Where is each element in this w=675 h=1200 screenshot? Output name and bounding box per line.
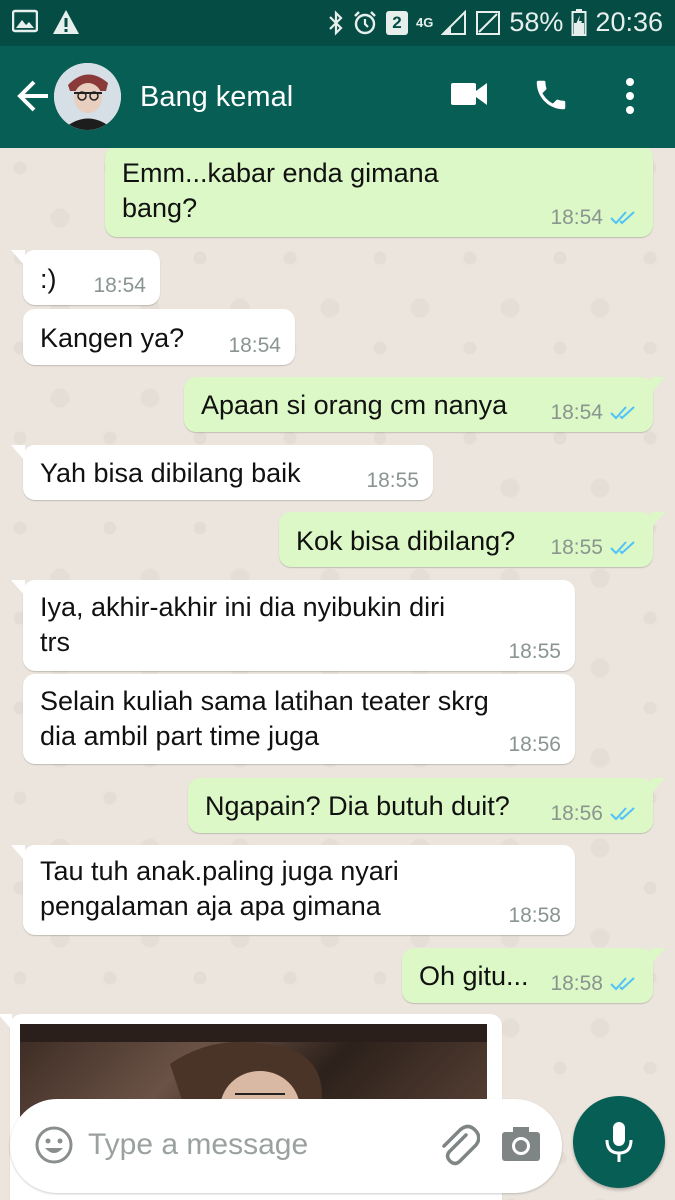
notification-count-badge: 2: [386, 10, 409, 35]
message-time: 18:55: [366, 469, 419, 492]
message-incoming[interactable]: Tau tuh anak.paling juga nyari pengalama…: [11, 845, 575, 935]
warning-icon: [53, 10, 79, 34]
message-outgoing[interactable]: Emm...kabar enda gimana bang? 18:54: [105, 148, 653, 237]
message-text-line: Selain kuliah sama latihan teater skrg: [40, 686, 489, 716]
signal-empty-icon: [476, 10, 501, 35]
message-text-line: trs: [40, 627, 70, 657]
battery-icon: [571, 8, 587, 36]
message-time: 18:56: [550, 802, 603, 825]
battery-percent: 58%: [509, 7, 564, 37]
more-vert-icon[interactable]: [624, 76, 636, 116]
mic-button[interactable]: [573, 1096, 665, 1188]
double-check-icon: [610, 541, 635, 555]
message-text: :): [40, 264, 57, 294]
attach-icon[interactable]: [436, 1121, 480, 1169]
message-outgoing[interactable]: Apaan si orang cm nanya 18:54: [184, 377, 665, 432]
status-bar: 2 4G 58% 20:36: [0, 0, 675, 46]
alarm-icon: [354, 10, 376, 34]
message-time: 18:54: [228, 334, 281, 357]
message-incoming[interactable]: Kangen ya? 18:54: [23, 309, 295, 365]
message-text-line: Tau tuh anak.paling juga nyari: [40, 856, 399, 886]
double-check-icon: [610, 406, 635, 420]
camera-icon[interactable]: [501, 1126, 541, 1162]
message-outgoing[interactable]: Ngapain? Dia butuh duit? 18:56: [188, 778, 665, 833]
message-time: 18:58: [508, 904, 561, 927]
message-outgoing[interactable]: Oh gitu... 18:58: [402, 948, 665, 1003]
message-text: Kangen ya?: [40, 323, 185, 353]
chat-area[interactable]: Emm...kabar enda gimana bang? 18:54 :) 1…: [0, 148, 675, 1200]
phone-icon[interactable]: [532, 76, 570, 114]
contact-avatar[interactable]: [54, 63, 121, 130]
image-icon: [12, 9, 38, 33]
chat-header: Bang kemal: [0, 46, 675, 148]
message-time: 18:54: [93, 274, 146, 297]
message-text: Yah bisa dibilang baik: [40, 458, 301, 488]
mic-icon: [605, 1122, 633, 1162]
message-text: Oh gitu...: [419, 961, 529, 991]
video-call-icon[interactable]: [450, 79, 488, 109]
message-text-line: dia ambil part time juga: [40, 721, 320, 751]
message-input-bar: [10, 1099, 562, 1193]
double-check-icon: [610, 211, 635, 225]
message-outgoing[interactable]: Kok bisa dibilang? 18:55: [279, 512, 665, 567]
message-incoming[interactable]: Selain kuliah sama latihan teater skrg d…: [23, 674, 575, 764]
message-time: 18:54: [550, 401, 603, 424]
message-time: 18:55: [550, 536, 603, 559]
message-text-line: Iya, akhir-akhir ini dia nyibukin diri: [40, 592, 446, 622]
bluetooth-icon: [329, 9, 343, 36]
message-input[interactable]: [88, 1128, 408, 1162]
network-type-label: 4G: [416, 15, 434, 30]
message-incoming[interactable]: :) 18:54: [11, 250, 160, 305]
message-text: Kok bisa dibilang?: [296, 526, 516, 556]
message-time: 18:54: [550, 206, 603, 229]
message-text-line: bang?: [122, 193, 198, 223]
message-text-line: pengalaman aja apa gimana: [40, 891, 381, 921]
message-time: 18:55: [508, 640, 561, 663]
message-incoming[interactable]: Iya, akhir-akhir ini dia nyibukin diri t…: [11, 580, 575, 671]
message-text: Ngapain? Dia butuh duit?: [205, 791, 510, 821]
message-incoming[interactable]: Yah bisa dibilang baik 18:55: [11, 445, 433, 500]
message-text-line: Emm...kabar enda gimana: [122, 158, 439, 188]
emoji-icon[interactable]: [34, 1125, 74, 1165]
clock: 20:36: [595, 7, 663, 37]
back-arrow-icon[interactable]: [14, 76, 52, 116]
double-check-icon: [610, 977, 635, 991]
message-time: 18:56: [508, 733, 561, 756]
signal-icon: [441, 9, 467, 35]
contact-name[interactable]: Bang kemal: [140, 81, 293, 114]
double-check-icon: [610, 807, 635, 821]
message-text: Apaan si orang cm nanya: [201, 390, 508, 420]
message-time: 18:58: [550, 972, 603, 995]
